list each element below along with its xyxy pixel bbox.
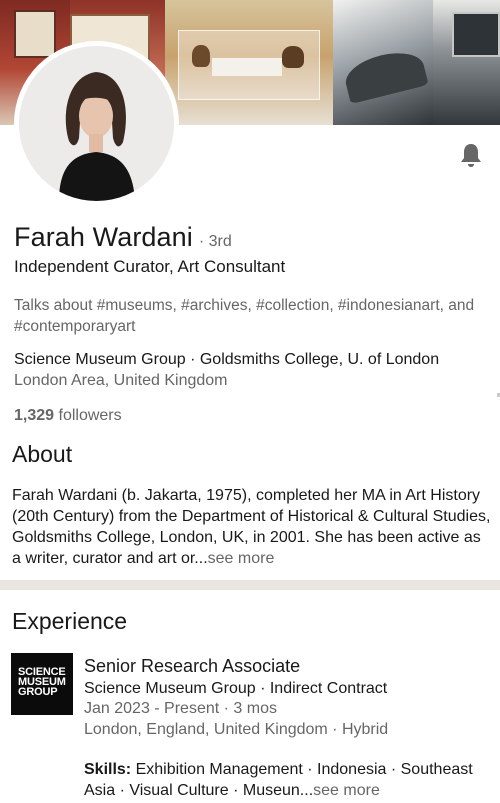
profile-location: London Area, United Kingdom xyxy=(14,372,228,389)
cover-teapot xyxy=(282,46,304,68)
job-location: London, England, United Kingdom · Hybrid xyxy=(84,721,389,738)
company-logo[interactable]: SCIENCE MUSEUM GROUP xyxy=(11,653,73,715)
profile-photo-image xyxy=(19,46,174,201)
cover-teapot xyxy=(192,45,210,67)
experience-heading: Experience xyxy=(12,608,128,634)
connection-degree: · 3rd xyxy=(198,233,232,250)
profile-name-row: Farah Wardani · 3rd xyxy=(14,222,232,253)
profile-education[interactable]: Science Museum Group · Goldsmiths Colleg… xyxy=(14,351,439,369)
skills-label: Skills: xyxy=(84,761,132,778)
profile-photo[interactable] xyxy=(14,41,179,206)
skills-list: Exhibition Management · Indonesia · Sout… xyxy=(84,761,473,799)
skills-see-more-link[interactable]: see more xyxy=(313,782,380,799)
cover-artwork xyxy=(14,10,56,58)
about-text[interactable]: Farah Wardani (b. Jakarta, 1975), comple… xyxy=(12,485,492,569)
section-divider xyxy=(0,580,500,590)
cover-screen xyxy=(452,12,500,57)
job-title[interactable]: Senior Research Associate xyxy=(84,656,300,677)
followers-count[interactable]: 1,329 followers xyxy=(14,407,122,425)
bell-icon[interactable] xyxy=(457,141,485,169)
logo-line: GROUP xyxy=(18,686,58,698)
cover-plinth xyxy=(212,58,282,76)
job-skills[interactable]: Skills: Exhibition Management · Indonesi… xyxy=(84,759,494,801)
talks-about: Talks about #museums, #archives, #collec… xyxy=(14,297,475,335)
about-heading: About xyxy=(12,441,73,467)
profile-name: Farah Wardani xyxy=(14,222,193,252)
person-silhouette-icon xyxy=(19,46,174,201)
about-see-more-link[interactable]: see more xyxy=(208,550,275,567)
job-company: Science Museum Group · Indirect Contract xyxy=(84,680,388,697)
job-dates: Jan 2023 - Present · 3 mos xyxy=(84,700,277,717)
profile-headline: Independent Curator, Art Consultant xyxy=(14,257,286,276)
followers-number: 1,329 xyxy=(14,407,55,424)
bell-icon-graphic xyxy=(461,144,481,167)
followers-label: followers xyxy=(58,407,122,424)
